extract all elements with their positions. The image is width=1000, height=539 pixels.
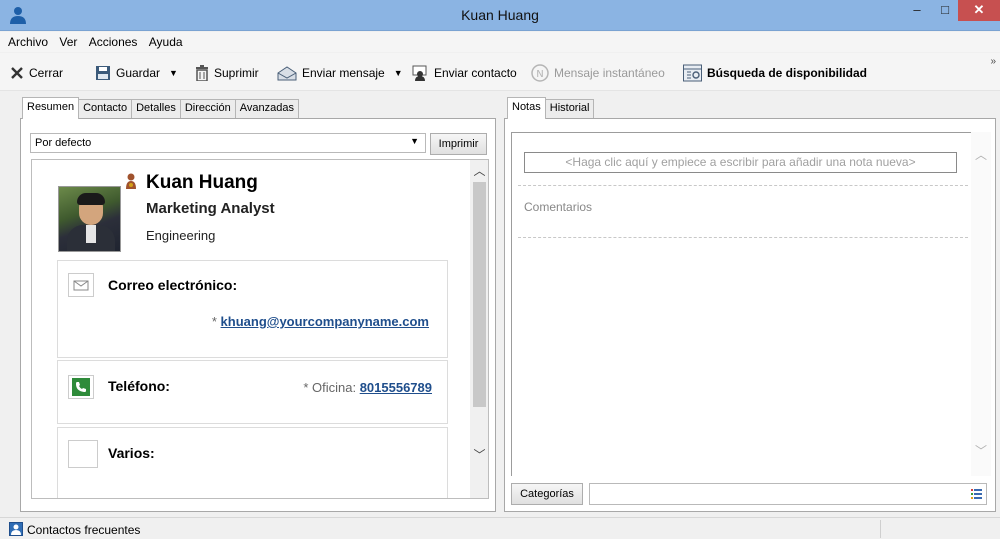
send-contact-icon [412,65,427,81]
phone-section: Teléfono: * Oficina: 8015556789 [57,360,448,424]
delete-icon [196,65,208,81]
phone-heading: Teléfono: [108,378,170,394]
scroll-up-arrow[interactable]: ︿ [470,162,488,180]
email-heading: Correo electrónico: [108,277,238,293]
card-scrollbar[interactable]: ︿ ﹀ [470,160,488,498]
contact-card-icon [9,522,23,536]
notes-panel: <Haga clic aquí y empiece a escribir par… [504,118,996,512]
toolbar-overflow-button[interactable]: » [990,56,996,67]
menu-bar: Archivo Ver Acciones Ayuda [0,32,1000,52]
toolbar: Cerrar Guardar ▼ Suprimir Enviar mensaje… [0,53,1000,91]
contact-department: Engineering [146,228,216,243]
availability-search-button[interactable]: Búsqueda de disponibilidad [683,63,867,83]
send-message-icon [277,66,297,81]
instant-message-label: Mensaje instantáneo [554,66,665,80]
save-dropdown-arrow[interactable]: ▼ [169,68,178,78]
email-section: Correo electrónico: * khuang@yourcompany… [57,260,448,358]
scroll-up-arrow[interactable]: ︿ [971,146,991,163]
tab-historial[interactable]: Historial [544,99,595,118]
menu-ayuda[interactable]: Ayuda [145,32,187,49]
send-contact-button[interactable]: Enviar contacto [411,63,517,83]
menu-acciones[interactable]: Acciones [85,32,142,49]
instant-message-button[interactable]: N Mensaje instantáneo [531,63,665,83]
scroll-down-arrow[interactable]: ﹀ [971,442,991,459]
save-icon [96,66,110,80]
note-divider [518,185,968,186]
close-button[interactable]: Cerrar [10,63,63,83]
send-message-label: Enviar mensaje [302,66,385,80]
summary-panel: Por defecto ▼ Imprimir Kuan Huang Market… [20,118,496,512]
view-select-value: Por defecto [35,137,92,149]
tab-contacto[interactable]: Contacto [78,99,133,118]
print-button[interactable]: Imprimir [430,133,487,155]
tab-detalles[interactable]: Detalles [131,99,181,118]
status-text: Contactos frecuentes [27,523,141,537]
note-divider [518,237,968,238]
phone-link[interactable]: 8015556789 [360,380,432,395]
tab-resumen[interactable]: Resumen [22,97,80,119]
save-label: Guardar [116,66,161,80]
phone-icon [68,375,94,399]
new-note-input[interactable]: <Haga clic aquí y empiece a escribir par… [524,152,957,173]
contact-job-title: Marketing Analyst [146,200,275,217]
view-select[interactable]: Por defecto ▼ [30,133,426,153]
send-message-dropdown-arrow[interactable]: ▼ [394,68,403,78]
contact-photo [58,186,121,252]
categories-list-icon[interactable] [971,489,982,499]
scroll-down-arrow[interactable]: ﹀ [470,446,488,464]
presence-icon [126,173,136,189]
tab-avanzadas[interactable]: Avanzadas [234,99,299,118]
instant-message-icon: N [531,64,549,82]
phone-prefix: * Oficina: [303,380,360,395]
status-bar: Contactos frecuentes [0,517,1000,539]
categories-button[interactable]: Categorías [511,483,583,505]
misc-heading: Varios: [108,445,155,461]
comments-label: Comentarios [524,200,593,214]
menu-archivo[interactable]: Archivo [0,32,52,49]
delete-button[interactable]: Suprimir [195,63,259,83]
save-button[interactable]: Guardar ▼ [95,63,178,83]
menu-ver[interactable]: Ver [55,32,81,49]
misc-icon [68,440,98,468]
tab-direccion[interactable]: Dirección [179,99,236,118]
tab-notas[interactable]: Notas [507,97,546,119]
send-contact-label: Enviar contacto [434,66,517,80]
send-message-button[interactable]: Enviar mensaje ▼ [277,63,403,83]
close-label: Cerrar [29,66,64,80]
chevron-down-icon: ▼ [410,136,419,146]
email-icon [68,273,94,297]
misc-section: Varios: [57,427,448,498]
scroll-thumb[interactable] [473,182,486,407]
minimize-button[interactable]: – [904,2,930,22]
notes-scrollbar[interactable]: ︿ ﹀ [971,132,991,476]
contact-name: Kuan Huang [146,172,258,193]
svg-text:N: N [536,69,543,80]
status-divider [880,520,881,538]
categories-field[interactable] [589,483,987,505]
availability-label: Búsqueda de disponibilidad [707,66,868,80]
left-tabs: Resumen Contacto Detalles Dirección Avan… [22,97,299,119]
availability-icon [683,64,702,82]
email-link[interactable]: khuang@yourcompanyname.com [221,314,429,329]
email-prefix: * [211,314,221,329]
close-window-button[interactable]: ✕ [958,0,1000,21]
right-tabs: Notas Historial [507,97,595,119]
delete-label: Suprimir [214,66,259,80]
contact-card: Kuan Huang Marketing Analyst Engineering… [31,159,489,499]
notes-area: <Haga clic aquí y empiece a escribir par… [511,132,971,476]
close-icon [11,67,23,79]
maximize-button[interactable]: □ [932,2,958,22]
window-title: Kuan Huang [461,7,539,23]
title-bar: Kuan Huang – □ ✕ [0,0,1000,31]
